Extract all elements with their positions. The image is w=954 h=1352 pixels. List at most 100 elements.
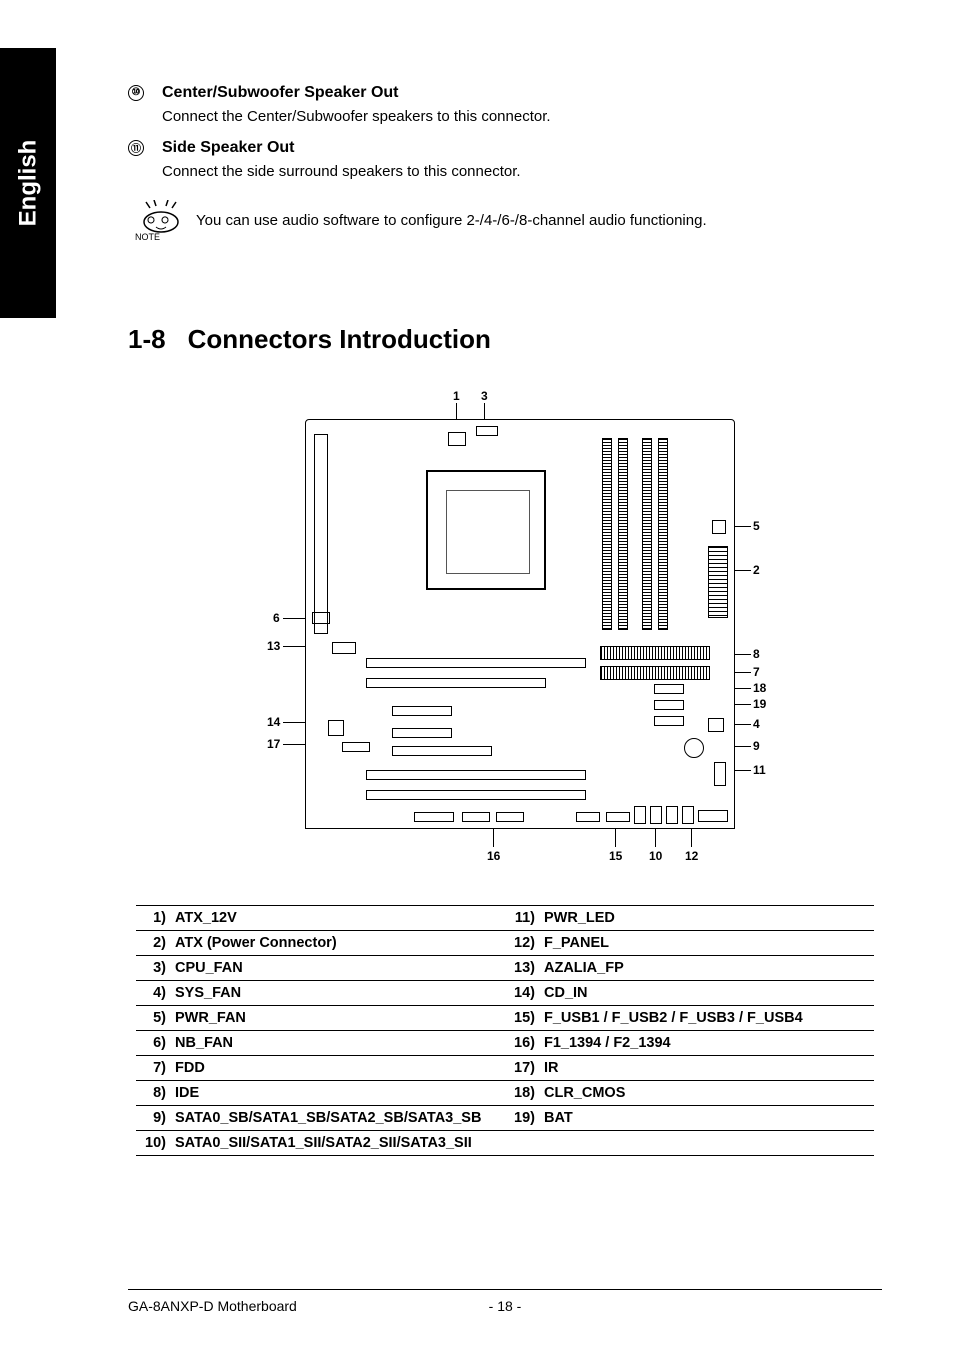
satasii bbox=[682, 806, 694, 824]
diagram-label-16: 16 bbox=[487, 849, 500, 863]
table-row: 1) ATX_12V 11) PWR_LED bbox=[136, 906, 874, 931]
con-num: 1) bbox=[136, 906, 172, 930]
con-num: 3) bbox=[136, 956, 172, 980]
fdd bbox=[600, 666, 710, 680]
table-row: 6) NB_FAN 16) F1_1394 / F2_1394 bbox=[136, 1031, 874, 1056]
con-name: F1_1394 / F2_1394 bbox=[541, 1031, 874, 1055]
sata bbox=[654, 700, 684, 710]
motherboard-diagram: 1 3 6 13 14 17 5 2 8 7 18 19 4 9 11 16 bbox=[225, 389, 785, 869]
con-name: IDE bbox=[172, 1081, 505, 1105]
con-num: 17) bbox=[505, 1056, 541, 1080]
con-num: 16) bbox=[505, 1031, 541, 1055]
note-icon: NOTE bbox=[140, 200, 182, 240]
note-block: NOTE You can use audio software to confi… bbox=[140, 200, 882, 240]
con-num: 7) bbox=[136, 1056, 172, 1080]
footer-left: GA-8ANXP-D Motherboard bbox=[128, 1298, 379, 1314]
table-row: 4) SYS_FAN 14) CD_IN bbox=[136, 981, 874, 1006]
diagram-label-9: 9 bbox=[753, 739, 760, 753]
diagram-label-7: 7 bbox=[753, 665, 760, 679]
diagram-label-8: 8 bbox=[753, 647, 760, 661]
heading-number: 1-8 bbox=[128, 324, 166, 355]
diagram-label-5: 5 bbox=[753, 519, 760, 533]
con-name: CD_IN bbox=[541, 981, 874, 1005]
table-row: 10) SATA0_SII/SATA1_SII/SATA2_SII/SATA3_… bbox=[136, 1131, 874, 1156]
slot bbox=[366, 658, 586, 668]
section-center-sub: ⑩Center/Subwoofer Speaker Out Connect th… bbox=[128, 84, 882, 125]
satasii bbox=[666, 806, 678, 824]
table-row: 2) ATX (Power Connector) 12) F_PANEL bbox=[136, 931, 874, 956]
section-title: ⑪ Side Speaker Out bbox=[128, 139, 882, 157]
con-name: CLR_CMOS bbox=[541, 1081, 874, 1105]
diagram-label-6: 6 bbox=[273, 611, 280, 625]
note-text: You can use audio software to configure … bbox=[196, 212, 707, 229]
diagram-label-10: 10 bbox=[649, 849, 662, 863]
satasii bbox=[650, 806, 662, 824]
slot bbox=[366, 678, 546, 688]
con-num: 5) bbox=[136, 1006, 172, 1030]
con-name: BAT bbox=[541, 1106, 874, 1130]
table-row: 8) IDE 18) CLR_CMOS bbox=[136, 1081, 874, 1106]
con-name: NB_FAN bbox=[172, 1031, 505, 1055]
f1394b bbox=[462, 812, 490, 822]
con-name: PWR_LED bbox=[541, 906, 874, 930]
page-content: ⑩Center/Subwoofer Speaker Out Connect th… bbox=[0, 0, 954, 1156]
dimm bbox=[602, 438, 612, 630]
section-desc: Connect the Center/Subwoofer speakers to… bbox=[162, 108, 882, 125]
section-heading: 1-8 Connectors Introduction bbox=[128, 324, 882, 355]
con-name: ATX (Power Connector) bbox=[172, 931, 505, 955]
dimm bbox=[642, 438, 652, 630]
satasii bbox=[634, 806, 646, 824]
slot bbox=[366, 770, 586, 780]
con-name: PWR_FAN bbox=[172, 1006, 505, 1030]
footer-right bbox=[631, 1298, 882, 1314]
con-num: 6) bbox=[136, 1031, 172, 1055]
diagram-label-19: 19 bbox=[753, 697, 766, 711]
dimm bbox=[618, 438, 628, 630]
marker-icon: ⑪ bbox=[128, 140, 144, 156]
diagram-label-14: 14 bbox=[267, 715, 280, 729]
language-tab-text: English bbox=[14, 140, 42, 227]
diagram-label-13: 13 bbox=[267, 639, 280, 653]
leader-line bbox=[655, 827, 656, 847]
con-num: 15) bbox=[505, 1006, 541, 1030]
rear-io bbox=[314, 434, 328, 634]
cpu-socket bbox=[426, 470, 546, 590]
con-num: 18) bbox=[505, 1081, 541, 1105]
con-num: 19) bbox=[505, 1106, 541, 1130]
con-name: CPU_FAN bbox=[172, 956, 505, 980]
diagram-label-17: 17 bbox=[267, 737, 280, 751]
atx bbox=[708, 546, 728, 618]
diagram-label-12: 12 bbox=[685, 849, 698, 863]
table-row: 7) FDD 17) IR bbox=[136, 1056, 874, 1081]
pwrled bbox=[714, 762, 726, 786]
con-name: IR bbox=[541, 1056, 874, 1080]
heading-title: Connectors Introduction bbox=[188, 324, 491, 355]
footer-center: - 18 - bbox=[379, 1298, 630, 1314]
slot bbox=[392, 728, 452, 738]
ide bbox=[600, 646, 710, 660]
fpanel bbox=[698, 810, 728, 822]
section-title: ⑩Center/Subwoofer Speaker Out bbox=[128, 84, 882, 102]
diagram-label-4: 4 bbox=[753, 717, 760, 731]
cpufan bbox=[476, 426, 498, 436]
section-title-text: Side Speaker Out bbox=[162, 139, 295, 156]
con-num bbox=[505, 1131, 541, 1155]
leader-line bbox=[493, 827, 494, 847]
con-num: 14) bbox=[505, 981, 541, 1005]
fusb bbox=[606, 812, 630, 822]
section-desc: Connect the side surround speakers to th… bbox=[162, 163, 882, 180]
con-num: 9) bbox=[136, 1106, 172, 1130]
table-row: 5) PWR_FAN 15) F_USB1 / F_USB2 / F_USB3 … bbox=[136, 1006, 874, 1031]
con-name: SYS_FAN bbox=[172, 981, 505, 1005]
slot bbox=[392, 706, 452, 716]
bat bbox=[684, 738, 704, 758]
note-label: NOTE bbox=[135, 232, 160, 242]
diagram-label-3: 3 bbox=[481, 389, 488, 403]
sata bbox=[654, 684, 684, 694]
con-name: F_USB1 / F_USB2 / F_USB3 / F_USB4 bbox=[541, 1006, 874, 1030]
diagram-label-11: 11 bbox=[753, 763, 766, 777]
leader-line bbox=[691, 827, 692, 847]
table-row: 9) SATA0_SB/SATA1_SB/SATA2_SB/SATA3_SB 1… bbox=[136, 1106, 874, 1131]
con-name: AZALIA_FP bbox=[541, 956, 874, 980]
hdr bbox=[496, 812, 524, 822]
